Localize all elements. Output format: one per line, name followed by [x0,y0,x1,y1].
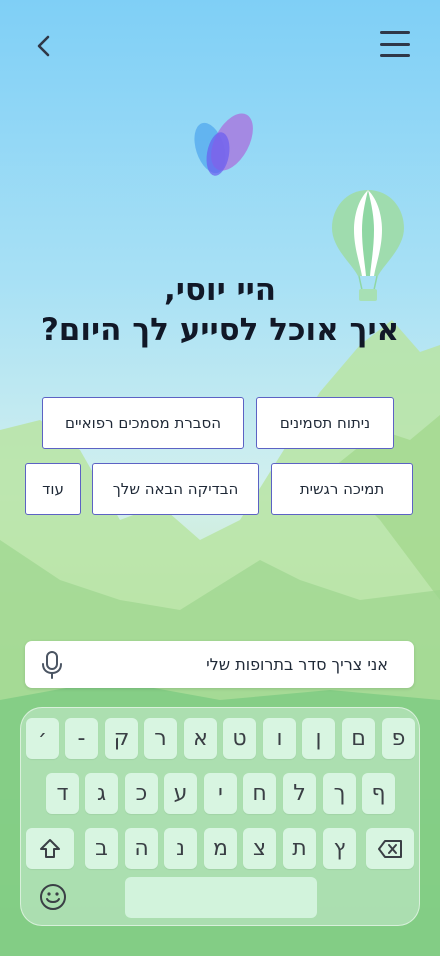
message-input-text[interactable]: אני צריך סדר בתרופות שלי [206,641,388,688]
key[interactable]: ך [323,773,356,814]
backspace-icon [378,839,402,858]
back-button[interactable] [28,30,60,62]
key[interactable]: צ [243,828,276,869]
key[interactable]: מ [204,828,237,869]
key[interactable]: ג [85,773,118,814]
key[interactable]: ק [105,718,138,759]
menu-button[interactable] [380,31,410,57]
backspace-key[interactable] [366,828,414,869]
microphone-icon[interactable] [39,650,65,680]
key[interactable]: כ [125,773,158,814]
on-screen-keyboard: פ ם ן ו ט א ר ק - ׳ ף ך ל ח י ע כ ג ד ץ … [20,707,420,926]
shift-key[interactable] [26,828,74,869]
shift-arrow-icon [40,838,60,858]
key[interactable]: - [65,718,98,759]
space-key[interactable] [125,877,317,918]
key[interactable]: א [184,718,217,759]
greeting-line-2: איך אוכל לסייע לך היום? [40,312,400,348]
key[interactable]: ן [302,718,335,759]
hamburger-menu-icon [380,31,410,34]
key[interactable]: ל [283,773,316,814]
key[interactable]: ע [164,773,197,814]
key[interactable]: ח [243,773,276,814]
key[interactable]: נ [164,828,197,869]
key[interactable]: י [204,773,237,814]
key[interactable]: ד [46,773,79,814]
key[interactable]: פ [382,718,415,759]
suggestion-emotional-support[interactable]: תמיכה רגשית [271,463,413,515]
suggestion-symptom-analysis[interactable]: ניתוח תסמינים [256,397,394,449]
key[interactable]: ה [125,828,158,869]
key[interactable]: ט [223,718,256,759]
key[interactable]: ב [85,828,118,869]
top-bar [0,28,440,62]
suggestion-next-checkup[interactable]: הבדיקה הבאה שלך [92,463,259,515]
key[interactable]: ץ [323,828,356,869]
key[interactable]: ם [342,718,375,759]
key[interactable]: ת [283,828,316,869]
key[interactable]: ר [144,718,177,759]
greeting-heading: היי יוסי, איך אוכל לסייע לך היום? [0,270,440,350]
message-input[interactable]: אני צריך סדר בתרופות שלי [25,641,414,688]
app-logo [194,113,253,176]
suggestion-more[interactable]: עוד [25,463,81,515]
key[interactable]: ף [362,773,395,814]
greeting-line-1: היי יוסי, [163,272,277,308]
emoji-smile-icon[interactable] [39,883,67,911]
suggestion-explain-medical-documents[interactable]: הסברת מסמכים רפואיים [42,397,244,449]
key[interactable]: ׳ [26,718,59,759]
chevron-left-icon [37,35,50,57]
key[interactable]: ו [263,718,296,759]
